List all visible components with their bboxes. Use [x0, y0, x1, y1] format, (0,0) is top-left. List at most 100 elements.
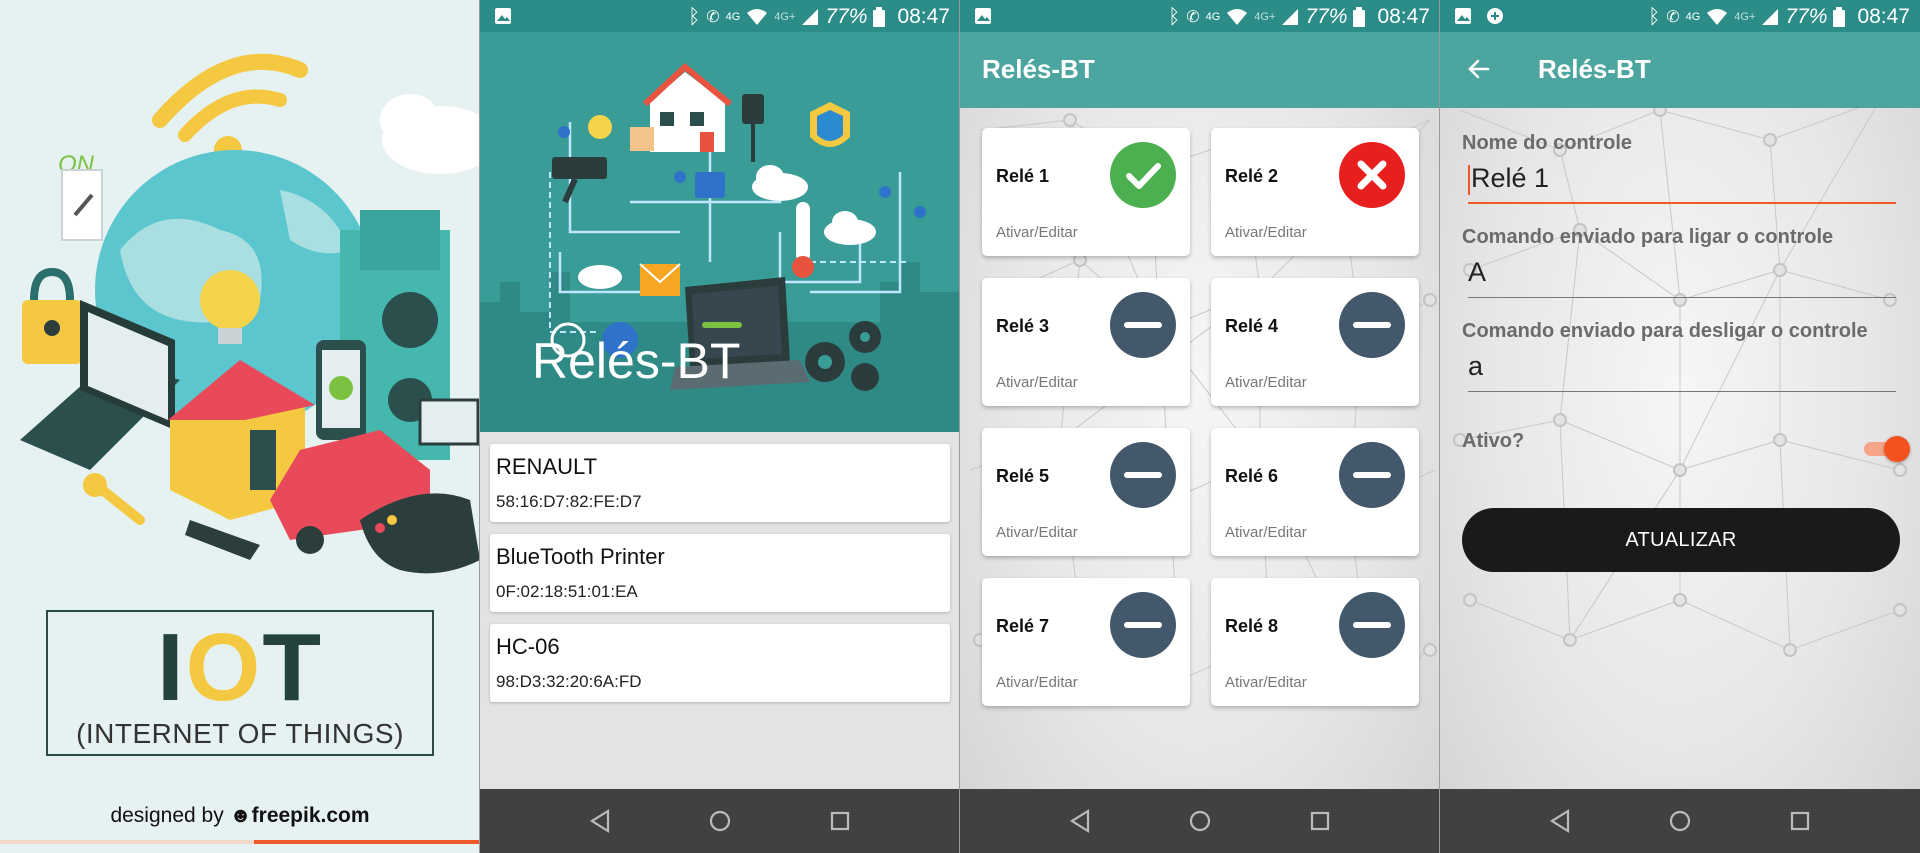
- credit-brand: freepik.com: [251, 804, 370, 827]
- network-type-secondary: 4G+: [1254, 11, 1276, 23]
- relay-minus-icon[interactable]: [1110, 292, 1176, 358]
- network-type: 4G: [1685, 11, 1701, 23]
- relay-minus-icon[interactable]: [1339, 292, 1405, 358]
- android-nav-bar: [960, 789, 1439, 853]
- wifi-icon: [1707, 9, 1728, 25]
- recents-square-icon[interactable]: [1306, 807, 1334, 835]
- relay-name: Relé 3: [996, 316, 1050, 336]
- app-bar: Relés-BT: [960, 32, 1439, 108]
- image-icon: [1455, 8, 1471, 24]
- hero-app-title: Relés-BT: [532, 333, 741, 389]
- android-nav-bar: [480, 789, 959, 853]
- off-command-label: Comando enviado para desligar o controle: [1462, 320, 1868, 342]
- back-triangle-icon[interactable]: [586, 807, 614, 835]
- edit-relay-panel: ᛒ ✆ 4G 4G+ 77% 08:47 Relés-BT Nome do co…: [1440, 0, 1920, 853]
- app-hero-banner: Relés-BT: [480, 32, 959, 432]
- relay-action-label: Ativar/Editar: [1225, 224, 1307, 241]
- poster-bottom-line: [0, 840, 479, 844]
- back-triangle-icon[interactable]: [1066, 807, 1094, 835]
- relay-action-label: Ativar/Editar: [1225, 674, 1307, 691]
- relay-card[interactable]: Relé 2 Ativar/Editar: [1211, 128, 1419, 256]
- relay-action-label: Ativar/Editar: [1225, 524, 1307, 541]
- arrow-back-icon[interactable]: [1466, 56, 1492, 82]
- freepik-logo-icon: ☻: [229, 804, 252, 827]
- relay-action-label: Ativar/Editar: [996, 524, 1078, 541]
- relay-card[interactable]: Relé 6 Ativar/Editar: [1211, 428, 1419, 556]
- recents-square-icon[interactable]: [1786, 807, 1814, 835]
- battery-icon: [1833, 7, 1846, 27]
- bluetooth-icon: ᛒ: [1168, 5, 1181, 28]
- device-address: 98:D3:32:20:6A:FD: [496, 672, 642, 691]
- relays-grid-panel: ᛒ ✆ 4G 4G+ 77% 08:47 Relés-BT Relé 1 Ativ…: [960, 0, 1440, 853]
- app-title: Relés-BT: [982, 54, 1095, 84]
- update-button[interactable]: ATUALIZAR: [1462, 508, 1900, 572]
- credit-prefix: designed by: [110, 804, 224, 827]
- battery-percent: 77%: [1305, 5, 1348, 28]
- network-type: 4G: [725, 11, 741, 23]
- signal-icon: [1282, 9, 1299, 25]
- back-triangle-icon[interactable]: [1546, 807, 1574, 835]
- iot-poster-panel: ON IOT (INTERNET OF THINGS) designed by …: [0, 0, 480, 853]
- freepik-credit: designed by ☻freepik.com: [0, 804, 479, 828]
- signal-icon: [802, 9, 819, 25]
- relay-off-close-icon[interactable]: [1339, 142, 1405, 208]
- app-title: Relés-BT: [1538, 54, 1651, 84]
- bluetooth-icon: ᛒ: [1648, 5, 1661, 28]
- on-command-field[interactable]: A: [1468, 252, 1896, 298]
- home-circle-icon[interactable]: [1666, 807, 1694, 835]
- phone-icon: ✆: [1186, 9, 1200, 26]
- network-type-secondary: 4G+: [774, 11, 796, 23]
- iot-letter-t: T: [262, 614, 323, 721]
- relay-card[interactable]: Relé 3 Ativar/Editar: [982, 278, 1190, 406]
- relay-minus-icon[interactable]: [1339, 592, 1405, 658]
- name-field-label: Nome do controle: [1462, 132, 1633, 154]
- iot-illustration: ON: [20, 53, 479, 574]
- relay-card[interactable]: Relé 4 Ativar/Editar: [1211, 278, 1419, 406]
- home-circle-icon[interactable]: [706, 807, 734, 835]
- device-name: BlueTooth Printer: [496, 544, 665, 569]
- relay-card[interactable]: Relé 8 Ativar/Editar: [1211, 578, 1419, 706]
- relay-name: Relé 2: [1225, 166, 1279, 186]
- off-command-value: a: [1468, 351, 1484, 381]
- notification-plus-icon: [1487, 8, 1503, 24]
- wifi-icon: [747, 9, 768, 25]
- device-item[interactable]: BlueTooth Printer 0F:02:18:51:01:EA: [490, 534, 950, 612]
- relay-name: Relé 5: [996, 466, 1050, 486]
- clock: 08:47: [1857, 5, 1910, 28]
- network-pattern-bg: [1453, 93, 1907, 657]
- android-nav-bar: [1440, 789, 1920, 853]
- relay-action-label: Ativar/Editar: [996, 224, 1078, 241]
- active-toggle[interactable]: [1860, 434, 1910, 462]
- active-label: Ativo?: [1462, 430, 1525, 452]
- phone-icon: ✆: [1666, 9, 1680, 26]
- device-item[interactable]: HC-06 98:D3:32:20:6A:FD: [490, 624, 950, 702]
- name-field[interactable]: Relé 1: [1468, 158, 1896, 204]
- relay-action-label: Ativar/Editar: [996, 674, 1078, 691]
- relay-minus-icon[interactable]: [1110, 592, 1176, 658]
- network-type: 4G: [1205, 11, 1221, 23]
- relay-minus-icon[interactable]: [1110, 442, 1176, 508]
- text-caret: [1468, 164, 1470, 195]
- wifi-arc-icon: [152, 53, 308, 164]
- relay-card[interactable]: Relé 1 Ativar/Editar: [982, 128, 1190, 256]
- relay-card[interactable]: Relé 5 Ativar/Editar: [982, 428, 1190, 556]
- signal-icon: [1762, 9, 1779, 25]
- relay-on-check-icon[interactable]: [1110, 142, 1176, 208]
- off-command-field[interactable]: a: [1468, 346, 1896, 392]
- home-circle-icon[interactable]: [1186, 807, 1214, 835]
- device-address: 0F:02:18:51:01:EA: [496, 582, 638, 601]
- device-list-panel: ᛒ ✆ 4G 4G+ 77% 08:47 Relés-BT RENAULT 58…: [480, 0, 960, 853]
- iot-title: IOT: [48, 620, 432, 716]
- recents-square-icon[interactable]: [826, 807, 854, 835]
- name-field-value: Relé 1: [1471, 163, 1550, 193]
- status-bar: ᛒ ✆ 4G 4G+ 77% 08:47: [480, 0, 959, 32]
- relay-action-label: Ativar/Editar: [996, 374, 1078, 391]
- paired-device-list: RENAULT 58:16:D7:82:FE:D7 BlueTooth Prin…: [490, 444, 950, 714]
- status-bar: ᛒ ✆ 4G 4G+ 77% 08:47: [960, 0, 1439, 32]
- on-command-value: A: [1468, 257, 1487, 287]
- relay-card[interactable]: Relé 7 Ativar/Editar: [982, 578, 1190, 706]
- device-address: 58:16:D7:82:FE:D7: [496, 492, 642, 511]
- device-item[interactable]: RENAULT 58:16:D7:82:FE:D7: [490, 444, 950, 522]
- relay-name: Relé 1: [996, 166, 1050, 186]
- relay-minus-icon[interactable]: [1339, 442, 1405, 508]
